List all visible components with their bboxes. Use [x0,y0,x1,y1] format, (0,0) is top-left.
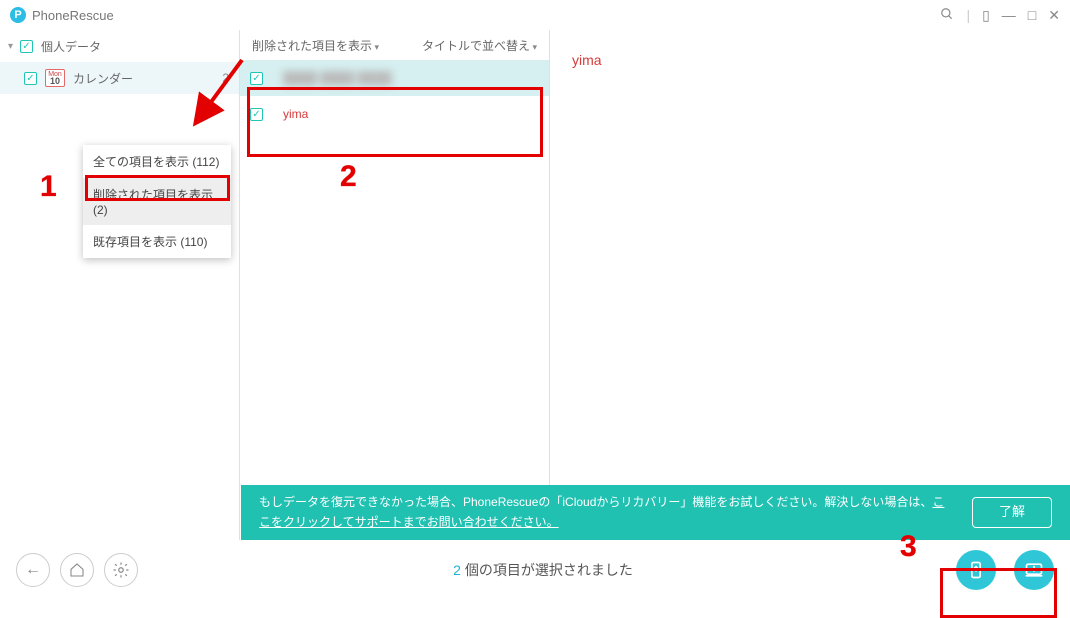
tree-item-label: カレンダー [73,70,133,87]
checkbox[interactable]: ✓ [250,72,263,85]
title-bar: P PhoneRescue | ▯ — □ ✕ [0,0,1070,30]
calendar-icon: Mon10 [45,69,65,87]
menu-item-show-deleted[interactable]: 削除された項目を表示 (2) [83,178,231,225]
caret-down-icon: ▾ [8,41,18,52]
app-logo-icon: P [10,7,26,23]
detail-title: yima [572,52,1048,68]
annotation-number-3: 3 [900,530,917,564]
checkbox[interactable]: ✓ [20,40,33,53]
selection-status: 2 個の項目が選択されました [148,560,938,580]
list-pane: 削除された項目を表示 タイトルで並べ替え ✓ ████ ████ ████ ✓ … [240,30,550,540]
list-item[interactable]: ✓ ████ ████ ████ [240,60,549,96]
filter-dropdown[interactable]: 削除された項目を表示 [252,37,379,54]
checkbox[interactable]: ✓ [250,108,263,121]
settings-button[interactable] [104,553,138,587]
list-item-title: yima [283,107,308,121]
back-button[interactable]: ← [16,553,50,587]
selection-suffix: 個の項目が選択されました [461,562,633,578]
list-item-title: ████ ████ ████ [283,71,392,85]
annotation-number-2: 2 [340,160,357,194]
annotation-number-1: 1 [40,170,57,204]
menu-item-show-existing[interactable]: 既存項目を表示 (110) [83,225,231,258]
recover-to-computer-button[interactable] [1014,550,1054,590]
home-button[interactable] [60,553,94,587]
banner-text: もしデータを復元できなかった場合、PhoneRescueの「iCloudからリカ… [259,495,932,509]
app-title: PhoneRescue [32,8,114,23]
filter-context-menu: 全ての項目を表示 (112) 削除された項目を表示 (2) 既存項目を表示 (1… [83,145,231,258]
menu-item-show-all[interactable]: 全ての項目を表示 (112) [83,145,231,178]
recover-to-device-button[interactable] [956,550,996,590]
maximize-icon[interactable]: □ [1028,7,1036,23]
sort-dropdown[interactable]: タイトルで並べ替え [422,37,537,54]
minimize-icon[interactable]: — [1002,7,1016,23]
detail-pane: yima [550,30,1070,540]
tree-root-label: 個人データ [41,38,101,55]
info-banner: もしデータを復元できなかった場合、PhoneRescueの「iCloudからリカ… [241,485,1070,540]
annotation-arrow [192,55,247,127]
close-icon[interactable]: ✕ [1048,7,1060,24]
search-icon[interactable] [940,7,954,24]
list-item[interactable]: ✓ yima [240,96,549,132]
checkbox[interactable]: ✓ [24,72,37,85]
selection-count: 2 [453,562,461,578]
window-menu-icon[interactable]: ▯ [982,7,990,24]
banner-ok-button[interactable]: 了解 [972,497,1052,528]
